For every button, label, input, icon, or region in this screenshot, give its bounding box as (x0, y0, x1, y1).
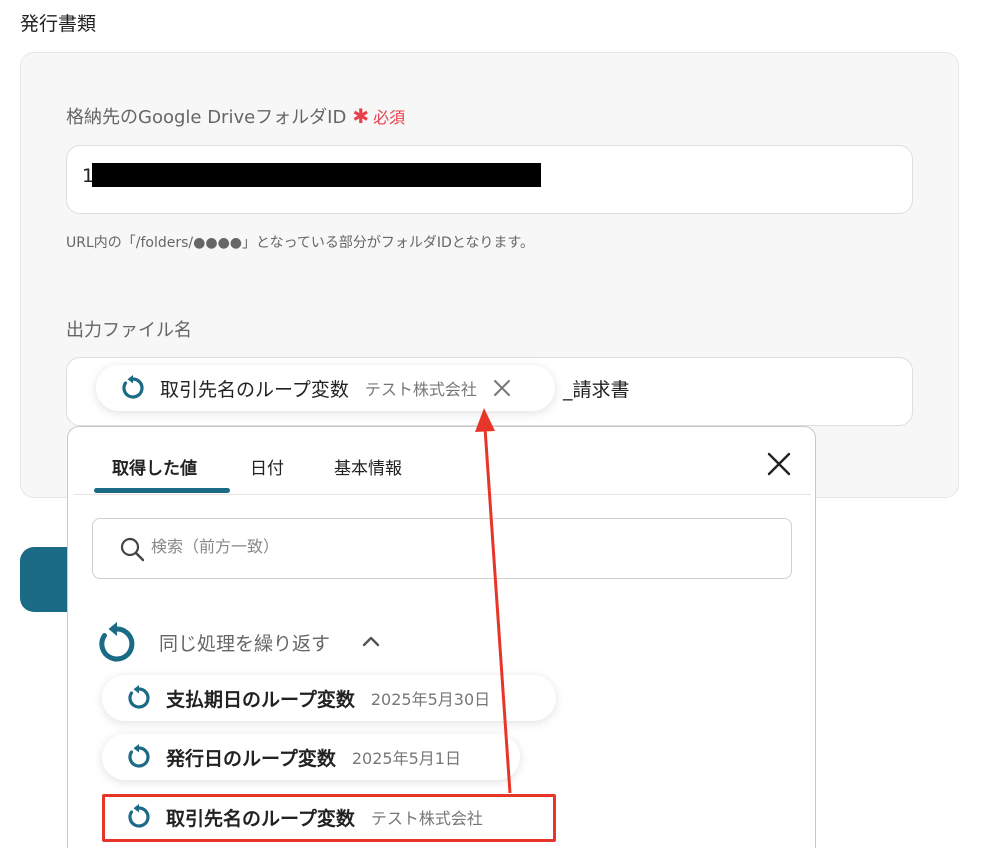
search-box (92, 518, 792, 579)
variable-item-value: 2025年5月30日 (370, 690, 491, 709)
chip-value: テスト株式会社 (364, 380, 477, 399)
search-icon (120, 537, 145, 562)
required-star-icon: ✱ (352, 104, 370, 128)
close-icon[interactable] (491, 377, 513, 399)
close-icon[interactable] (766, 451, 792, 477)
folder-id-label: 格納先のGoogle DriveフォルダID ✱ 必須 (66, 103, 405, 129)
variable-item-label: 支払期日のループ変数 (166, 688, 355, 711)
variable-item-value: 2025年5月1日 (351, 749, 461, 768)
active-tab-indicator (94, 488, 230, 493)
variable-picker-dropdown: 取得した値 日付 基本情報 同じ処理を繰り返す 支払期日のループ変数 2025年… (67, 426, 816, 848)
required-badge: 必須 (373, 108, 406, 127)
filename-label: 出力ファイル名 (66, 320, 192, 341)
tab-obtained-values[interactable]: 取得した値 (112, 454, 197, 479)
annotation-highlight-box (102, 794, 556, 842)
group-label: 同じ処理を繰り返す (159, 633, 331, 655)
picker-tabs: 取得した値 日付 基本情報 (74, 427, 811, 495)
loop-group-header[interactable]: 同じ処理を繰り返す (96, 618, 496, 668)
folder-id-input[interactable]: 1 (66, 145, 913, 214)
loop-icon (122, 375, 144, 399)
variable-item-due-date[interactable]: 支払期日のループ変数 2025年5月30日 (102, 675, 556, 721)
tab-basic-info[interactable]: 基本情報 (334, 454, 402, 479)
variable-item-label: 発行日のループ変数 (166, 747, 336, 770)
folder-id-helper-text: URL内の「/folders/●●●●」となっている部分がフォルダIDとなります… (66, 235, 534, 251)
loop-icon (128, 685, 150, 709)
folder-id-label-text: 格納先のGoogle DriveフォルダID (66, 107, 347, 128)
redaction-bar (92, 163, 541, 187)
loop-icon (99, 622, 135, 662)
search-input[interactable] (151, 537, 751, 556)
tab-date[interactable]: 日付 (250, 454, 284, 479)
chip-label: 取引先名のループ変数 (160, 378, 349, 401)
variable-item-issue-date[interactable]: 発行日のループ変数 2025年5月1日 (102, 734, 520, 780)
chevron-up-icon (362, 636, 380, 647)
filename-variable-chip[interactable]: 取引先名のループ変数 テスト株式会社 (96, 365, 555, 411)
section-title: 発行書類 (20, 13, 97, 35)
loop-icon (128, 744, 150, 768)
filename-suffix: _請求書 (563, 379, 630, 401)
